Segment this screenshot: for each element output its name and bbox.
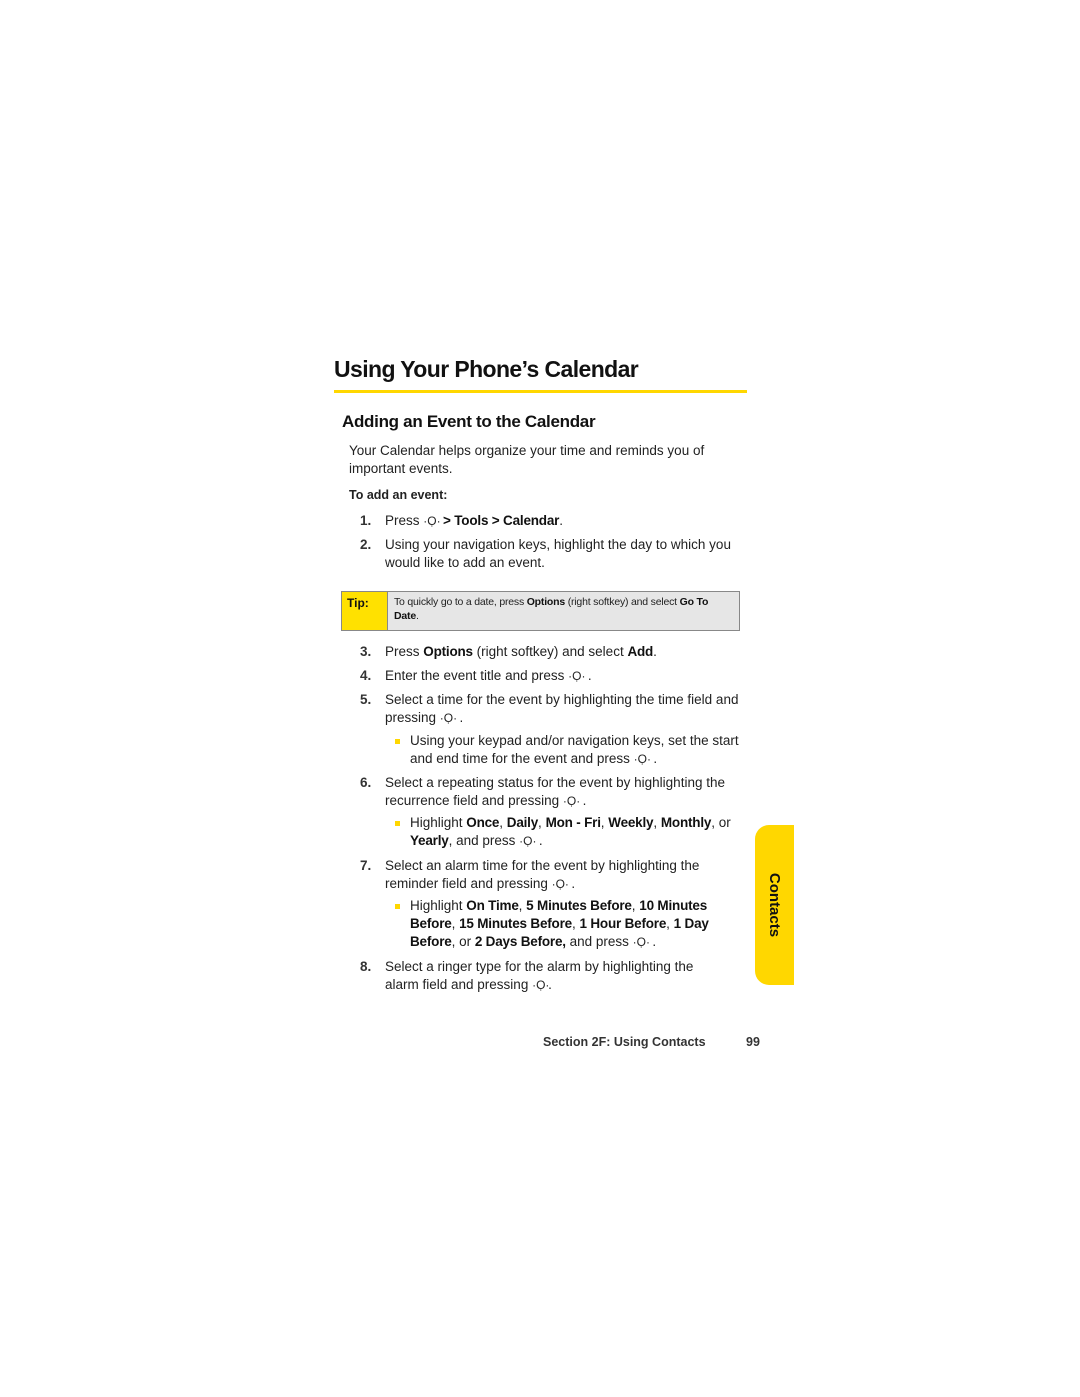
bold-term: 2 Days Before, [474,934,566,949]
bold-term: 1 Hour Before [579,916,667,931]
bold-term: 5 Minutes Before [526,898,632,913]
menu-ok-key-icon: ·Ọ· [633,752,651,766]
step-2: 2. Using your navigation keys, highlight … [360,537,731,570]
tip-text: To quickly go to a date, press Options (… [388,592,739,630]
bold-term: 15 Minutes Before [459,916,572,931]
tip-box: Tip: To quickly go to a date, press Opti… [341,591,740,631]
menu-ok-key-icon: ·Ọ· [519,834,537,848]
substep-7a: Highlight On Time, 5 Minutes Before, 10 … [395,897,747,951]
page-number: 99 [746,1035,760,1049]
bullet-icon [395,821,400,826]
menu-ok-key-icon: ·Ọ· [551,877,569,891]
bullet-icon [395,739,400,744]
step-6: 6. Select a repeating status for the even… [360,775,725,808]
bold-term: Weekly [608,815,654,830]
bold-term: Options [526,596,565,608]
step-7: 7. Select an alarm time for the event by … [360,858,700,891]
bold-term: Mon - Fri [545,815,601,830]
menu-ok-key-icon: ·Ọ· [562,794,581,808]
menu-ok-key-icon: ·Ọ· [439,711,458,725]
tip-label: Tip: [342,592,388,630]
section-side-tab: Contacts [755,825,794,985]
page-title: Using Your Phone’s Calendar [334,356,639,382]
step-5: 5. Select a time for the event by highlig… [360,692,739,725]
menu-ok-key-icon: ·Ọ· [423,514,441,528]
bold-term: Add [627,644,654,659]
step-4: 4. Enter the event title and press ·Ọ· . [360,668,592,683]
substep-6a: Highlight Once, Daily, Mon - Fri, Weekly… [395,814,750,850]
bold-term: Once [466,815,500,830]
footer-section-title: Section 2F: Using Contacts [543,1035,706,1049]
procedure-label: To add an event: [349,488,448,502]
step-8: 8. Select a ringer type for the alarm by … [360,959,694,992]
intro-paragraph: Your Calendar helps organize your time a… [349,443,705,476]
bullet-icon [395,904,400,909]
menu-ok-key-icon: ·Ọ· [532,978,550,992]
bold-term: Monthly [660,815,712,830]
menu-ok-key-icon: ·Ọ· [568,669,586,683]
side-tab-label: Contacts [766,872,783,938]
step-3: 3. Press Options (right softkey) and sele… [360,644,657,659]
menu-ok-key-icon: ·Ọ· [632,935,650,949]
bold-term: > Tools > Calendar [443,513,560,528]
bold-term: Options [423,644,473,659]
substep-5a: Using your keypad and/or navigation keys… [395,732,750,768]
bold-term: Daily [506,815,539,830]
step-1: 1. Press ·Ọ· > Tools > Calendar. [360,513,563,528]
title-underline [334,390,747,393]
bold-term: Yearly [410,833,449,848]
bold-term: On Time [466,898,519,913]
section-heading: Adding an Event to the Calendar [342,412,596,431]
